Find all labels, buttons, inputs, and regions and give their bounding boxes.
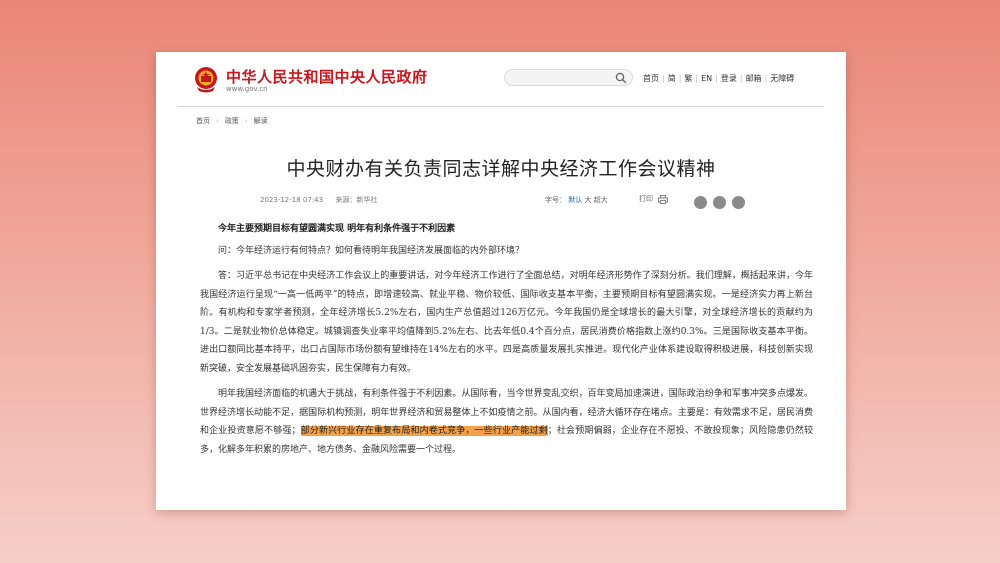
font-size-xlarge[interactable]: 超大 bbox=[594, 196, 608, 204]
nav-link-home[interactable]: 首页 bbox=[643, 74, 659, 83]
top-nav: 首页 | 简 | 繁 | EN | 登录 | 邮箱 | 无障碍 bbox=[643, 74, 795, 83]
printer-icon bbox=[658, 194, 669, 204]
font-size-default[interactable]: 默认 bbox=[568, 196, 582, 204]
source-label: 来源： bbox=[335, 196, 357, 204]
source-name: 新华社 bbox=[356, 196, 378, 204]
nav-link-login[interactable]: 登录 bbox=[721, 74, 737, 83]
site-url: www.gov.cn bbox=[226, 85, 268, 93]
nav-link-mail[interactable]: 邮箱 bbox=[746, 74, 762, 83]
print-button[interactable]: 打印 bbox=[639, 194, 669, 204]
nav-link-traditional[interactable]: 繁 bbox=[684, 74, 692, 83]
nav-link-simplified[interactable]: 简 bbox=[668, 74, 676, 83]
question-paragraph: 问：今年经济运行有何特点？如何看待明年我国经济发展面临的内外部环境？ bbox=[218, 245, 525, 256]
search-icon[interactable] bbox=[615, 72, 627, 84]
article-body: 今年主要预期目标有望圆满实现 明年有利条件强于不利因素 问：今年经济运行有何特点… bbox=[200, 220, 813, 459]
article-title: 中央财办有关负责同志详解中央经济工作会议精神 bbox=[286, 158, 716, 180]
header-divider bbox=[178, 106, 824, 107]
chevron-right-icon: › bbox=[216, 117, 219, 125]
qzone-icon[interactable] bbox=[732, 196, 745, 209]
font-size-label: 字号： bbox=[545, 196, 566, 204]
highlighted-text: 部分新兴行业存在重复布局和内卷式竞争，一些行业产能过剩 bbox=[300, 426, 548, 436]
publish-date: 2023-12-18 07:43 bbox=[260, 196, 324, 204]
font-size-large[interactable]: 大 bbox=[584, 196, 591, 204]
article-meta: 2023-12-18 07:43 来源：新华社 bbox=[260, 195, 377, 205]
national-emblem-icon[interactable] bbox=[193, 66, 219, 94]
browser-page: 中华人民共和国中央人民政府 www.gov.cn 首页 | 简 | 繁 | EN | 登录 | 邮箱… bbox=[156, 52, 846, 510]
article-subheading: 今年主要预期目标有望圆满实现 明年有利条件强于不利因素 bbox=[218, 224, 456, 234]
share-buttons bbox=[694, 192, 751, 211]
nav-link-english[interactable]: EN bbox=[701, 74, 712, 83]
breadcrumb-policy[interactable]: 政策 bbox=[225, 117, 239, 125]
search-input[interactable] bbox=[504, 69, 633, 86]
answer-paragraph-2: 明年我国经济面临的机遇大于挑战，有利条件强于不利因素。从国际看，当今世界变乱交织… bbox=[200, 385, 813, 459]
wechat-icon[interactable] bbox=[694, 196, 707, 209]
weibo-icon[interactable] bbox=[713, 196, 726, 209]
chevron-right-icon: › bbox=[244, 117, 248, 125]
answer-paragraph-1: 答：习近平总书记在中央经济工作会议上的重要讲话，对今年经济工作进行了全面总结，对… bbox=[200, 271, 813, 374]
breadcrumb-home[interactable]: 首页 bbox=[196, 117, 210, 125]
breadcrumb-interpretation[interactable]: 解读 bbox=[254, 117, 268, 125]
nav-link-accessibility[interactable]: 无障碍 bbox=[770, 74, 794, 83]
site-title[interactable]: 中华人民共和国中央人民政府 bbox=[226, 66, 428, 87]
breadcrumb: 首页 › 政策 › 解读 bbox=[196, 116, 268, 126]
print-label: 打印 bbox=[639, 195, 653, 203]
site-header: 中华人民共和国中央人民政府 www.gov.cn 首页 | 简 | 繁 | EN | 登录 | 邮箱… bbox=[156, 52, 846, 106]
font-size-controls: 字号： 默认 大 超大 bbox=[545, 195, 608, 205]
